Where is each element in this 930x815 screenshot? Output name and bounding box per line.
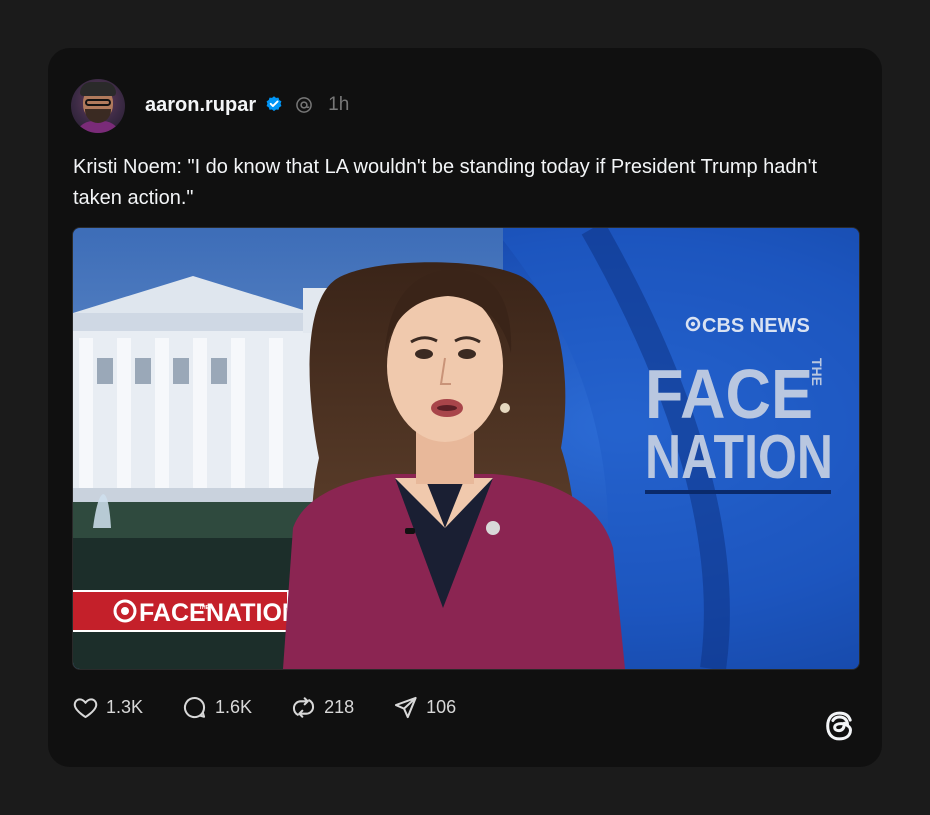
lower-third-nation: NATION bbox=[206, 599, 300, 627]
like-button[interactable]: 1.3K bbox=[72, 694, 143, 721]
heart-icon bbox=[73, 697, 98, 718]
video-still-image: FACE THE NATION CBS NEWS FACE THE NATION bbox=[73, 228, 859, 669]
repost-button[interactable]: 218 bbox=[290, 694, 354, 721]
post-card: aaron.rupar 1h Kristi Noem: "I do know t… bbox=[48, 48, 882, 767]
post-actions: 1.3K 1.6K 218 106 bbox=[72, 693, 494, 721]
post-header: aaron.rupar 1h bbox=[145, 90, 349, 120]
post-text: Kristi Noem: "I do know that LA wouldn't… bbox=[73, 156, 818, 209]
repost-count: 218 bbox=[324, 696, 355, 717]
avatar[interactable] bbox=[71, 79, 125, 133]
show-title-nation: NATION bbox=[645, 423, 833, 492]
threads-logo-icon[interactable] bbox=[821, 708, 857, 744]
comment-icon bbox=[183, 696, 206, 718]
reply-count: 1.6K bbox=[215, 696, 253, 717]
share-count: 106 bbox=[426, 696, 457, 717]
show-title-face: FACE bbox=[645, 355, 813, 433]
share-icon bbox=[395, 696, 417, 718]
post-timestamp: 1h bbox=[328, 94, 350, 115]
like-count: 1.3K bbox=[106, 696, 144, 717]
repost-icon bbox=[292, 696, 315, 718]
threads-mini-icon bbox=[296, 97, 312, 113]
show-title-the: THE bbox=[809, 358, 825, 386]
post-video-frame[interactable]: FACE THE NATION CBS NEWS FACE THE NATION bbox=[72, 227, 860, 670]
lower-third-face: FACE bbox=[139, 599, 206, 627]
share-button[interactable]: 106 bbox=[392, 694, 456, 721]
verified-badge-icon bbox=[266, 96, 282, 112]
reply-button[interactable]: 1.6K bbox=[181, 694, 252, 721]
network-label: CBS NEWS bbox=[702, 315, 810, 337]
username[interactable]: aaron.rupar bbox=[145, 94, 256, 117]
